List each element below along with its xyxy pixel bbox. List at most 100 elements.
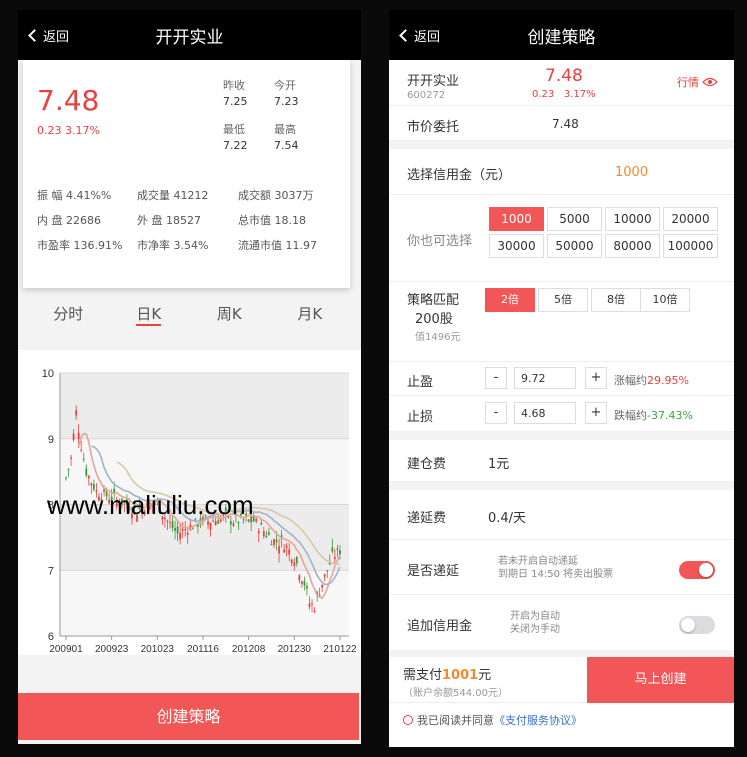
candle-body <box>326 570 329 572</box>
stop-loss-minus-button[interactable]: - <box>485 402 507 424</box>
back-label: 返回 <box>414 29 441 45</box>
candle-body <box>75 410 78 416</box>
candle-body <box>339 550 341 555</box>
agreement-link[interactable]: 《支付服务协议》 <box>494 712 582 728</box>
stock-change: 0.23 3.17% <box>532 89 596 100</box>
stat-outer: 外 盘 18527 <box>137 214 201 227</box>
tab-intraday[interactable]: 分时 <box>28 300 109 332</box>
toggle-knob <box>681 618 695 632</box>
candle-body <box>311 603 313 605</box>
candle-body <box>174 527 176 531</box>
take-profit-plus-button[interactable]: + <box>585 367 607 389</box>
leverage-option-5x[interactable]: 5倍 <box>538 288 588 312</box>
agreement-checkbox[interactable] <box>403 715 413 725</box>
y-tick-label: 9 <box>48 434 54 446</box>
amount-option-50000[interactable]: 50000 <box>547 234 602 258</box>
quote-card: 7.48 0.23 3.17% 昨收 7.25 今开 7.23 最低 7.22 … <box>23 60 350 288</box>
eye-icon <box>702 77 718 87</box>
candle-body <box>260 522 263 525</box>
candle-body <box>257 531 260 534</box>
price-change: 0.23 3.17% <box>37 124 100 137</box>
amount-option-30000[interactable]: 30000 <box>489 234 544 258</box>
right-back-button[interactable]: 返回 <box>399 10 441 60</box>
candle-body <box>331 547 334 552</box>
candle-body <box>285 545 288 548</box>
candle-body <box>77 432 80 440</box>
credit-value: 1000 <box>615 165 649 180</box>
low-price: 最低 7.22 <box>223 123 248 152</box>
amount-option-100000[interactable]: 100000 <box>663 234 718 258</box>
tab-monthly-k[interactable]: 月K <box>270 300 351 332</box>
x-tick-label: 200901 <box>49 644 83 655</box>
amount-choices: 你也可选择 1000 5000 10000 20000 30000 50000 … <box>389 195 734 282</box>
tab-daily-k[interactable]: 日K <box>109 300 190 332</box>
add-credit-toggle[interactable] <box>679 616 715 634</box>
candle-body <box>318 594 321 596</box>
candle-body <box>93 483 95 490</box>
stock-code: 600272 <box>407 90 446 101</box>
match-label: 策略匹配 <box>407 293 460 308</box>
leverage-option-10x[interactable]: 10倍 <box>640 288 690 312</box>
candle-body <box>262 531 265 537</box>
candle-body <box>288 549 291 555</box>
candle-body <box>336 548 339 550</box>
stop-loss-plus-button[interactable]: + <box>585 402 607 424</box>
candle-body <box>181 528 184 531</box>
stat-volume: 成交量 41212 <box>137 189 209 202</box>
create-now-button[interactable]: 马上创建 <box>587 657 734 703</box>
candle-body <box>80 449 83 451</box>
candle-body <box>313 611 316 613</box>
leverage-option-2x[interactable]: 2倍 <box>485 288 535 312</box>
market-order-row: 市价委托 7.48 <box>389 106 734 141</box>
agreement: 我已阅读并同意 《支付服务协议》 <box>403 712 582 728</box>
page-title: 开开实业 <box>155 27 224 48</box>
candle-body <box>237 522 240 524</box>
create-strategy-button[interactable]: 创建策略 <box>18 693 359 740</box>
market-order-label: 市价委托 <box>407 120 460 135</box>
divider <box>389 141 734 149</box>
back-label: 返回 <box>43 29 70 45</box>
kline-tabs: 分时 日K 周K 月K <box>28 300 350 332</box>
x-tick-label: 210122 <box>323 644 357 655</box>
match-value: 值1496元 <box>415 332 461 343</box>
divider <box>389 432 734 440</box>
y-tick-label: 10 <box>42 368 54 380</box>
y-tick-label: 7 <box>48 565 54 577</box>
x-tick-label: 201023 <box>141 644 175 655</box>
stop-loss-input[interactable] <box>514 402 576 424</box>
take-profit-minus-button[interactable]: - <box>485 367 507 389</box>
take-profit-label: 止盈 <box>407 375 434 390</box>
chevron-left-icon <box>399 29 412 42</box>
watermark: www.maliuliu.com <box>47 490 254 520</box>
tab-weekly-k[interactable]: 周K <box>189 300 270 332</box>
market-link[interactable]: 行情 <box>677 74 718 90</box>
defer-toggle[interactable] <box>679 561 715 579</box>
leverage-option-8x[interactable]: 8倍 <box>591 288 641 312</box>
candle-body <box>85 468 88 476</box>
build-fee-value: 1元 <box>488 457 510 472</box>
stat-pb: 市净率 3.54% <box>137 239 209 252</box>
candle-body <box>295 556 298 564</box>
amount-option-1000[interactable]: 1000 <box>489 207 544 231</box>
candle-body <box>214 521 217 526</box>
candle-body <box>268 532 270 535</box>
defer-hint: 若未开启自动递延 到期日 14:50 将卖出股票 <box>498 556 614 580</box>
market-order-value: 7.48 <box>552 117 579 131</box>
stock-name: 开开实业 <box>407 74 460 89</box>
amount-option-80000[interactable]: 80000 <box>605 234 660 258</box>
left-screen: 返回 开开实业 7.48 0.23 3.17% 昨收 7.25 今开 7.23 … <box>18 10 361 744</box>
add-credit-hint: 开启为自动 关闭为手动 <box>510 611 560 635</box>
add-credit-row: 追加信用金 开启为自动 关闭为手动 <box>389 595 734 650</box>
account-balance: （账户余额544.00元） <box>403 688 508 699</box>
amount-option-20000[interactable]: 20000 <box>663 207 718 231</box>
candle-body <box>184 529 187 531</box>
take-profit-input[interactable] <box>514 367 576 389</box>
chart-band <box>60 570 349 636</box>
candle-body <box>270 544 273 546</box>
defer-fee-label: 递延费 <box>407 511 447 526</box>
defer-label: 是否递延 <box>407 564 460 579</box>
left-back-button[interactable]: 返回 <box>28 10 70 60</box>
stock-row: 开开实业 600272 7.48 0.23 3.17% 行情 <box>389 60 734 106</box>
amount-option-5000[interactable]: 5000 <box>547 207 602 231</box>
amount-option-10000[interactable]: 10000 <box>605 207 660 231</box>
